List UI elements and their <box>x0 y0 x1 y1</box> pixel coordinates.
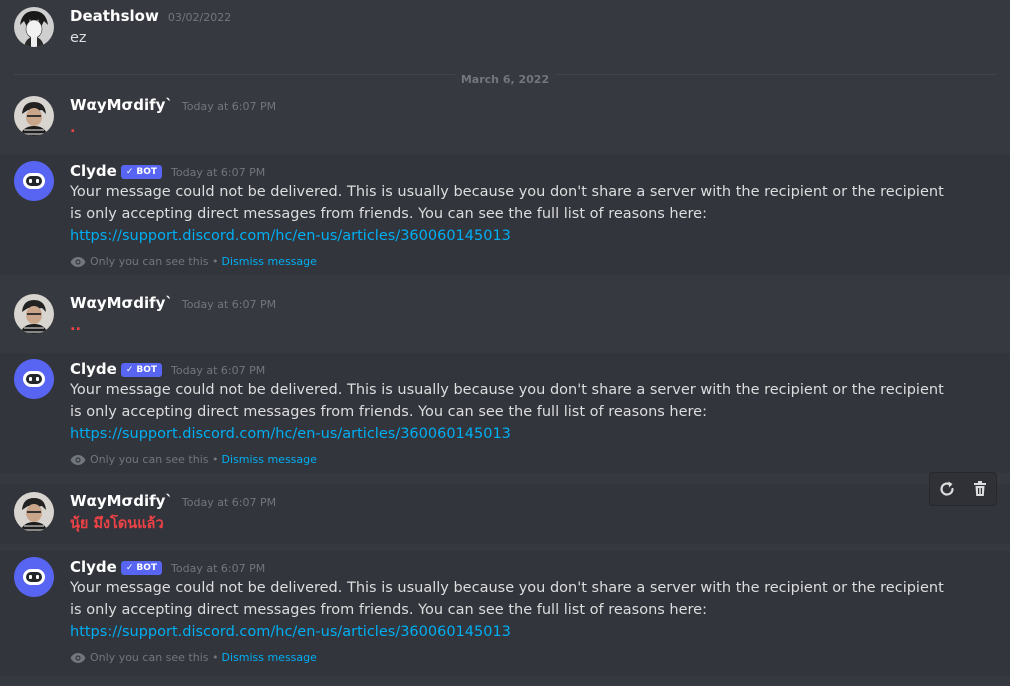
avatar-deathslow[interactable] <box>14 7 54 47</box>
ephemeral-label: Only you can see this • <box>90 255 219 268</box>
author-name[interactable]: WαyMσdify` <box>70 492 173 510</box>
avatar-clyde[interactable] <box>14 161 54 201</box>
eye-icon <box>70 256 86 267</box>
message-waymodify: WαyMσdify` Today at 6:07 PM นุ้ย มึงโดนแ… <box>0 484 1010 544</box>
eye-icon <box>70 652 86 663</box>
ephemeral-label: Only you can see this • <box>90 453 219 466</box>
retry-button[interactable] <box>934 476 960 502</box>
message-body: Your message could not be delivered. Thi… <box>70 184 944 222</box>
message-timestamp: Today at 6:07 PM <box>171 166 266 179</box>
message-body: Your message could not be delivered. Thi… <box>70 382 944 420</box>
message-clyde: Clyde ✓ BOT Today at 6:07 PM Your message… <box>0 155 1010 275</box>
dismiss-message-link[interactable]: Dismiss message <box>221 651 316 664</box>
bot-badge: ✓ BOT <box>120 165 163 179</box>
author-name[interactable]: Clyde <box>70 162 117 180</box>
check-icon: ✓ <box>125 365 134 375</box>
chat-messages: Deathslow 03/02/2022 ez March 6, 2022 Wα… <box>0 0 1010 686</box>
delete-button[interactable] <box>967 476 993 502</box>
author-name[interactable]: Clyde <box>70 360 117 378</box>
dismiss-message-link[interactable]: Dismiss message <box>221 255 316 268</box>
eye-icon <box>70 454 86 465</box>
ephemeral-note: Only you can see this • Dismiss message <box>70 651 317 664</box>
support-link[interactable]: https://support.discord.com/hc/en-us/art… <box>70 228 511 244</box>
avatar-waymodify[interactable] <box>14 492 54 532</box>
bot-badge: ✓ BOT <box>120 561 163 575</box>
date-divider-label: March 6, 2022 <box>454 73 556 86</box>
bot-badge-label: BOT <box>136 365 158 375</box>
clyde-icon <box>14 557 54 597</box>
clyde-icon <box>14 359 54 399</box>
date-divider: March 6, 2022 <box>0 68 1010 87</box>
message-timestamp: Today at 6:07 PM <box>181 100 277 113</box>
message-text: Your message could not be delivered. Thi… <box>70 577 950 643</box>
author-name[interactable]: WαyMσdify` <box>70 96 173 114</box>
avatar-waymodify[interactable] <box>14 294 54 334</box>
message-clyde: Clyde ✓ BOT Today at 6:07 PM Your message… <box>0 353 1010 473</box>
message-deathslow: Deathslow 03/02/2022 ez <box>0 0 1010 60</box>
avatar-clyde[interactable] <box>14 359 54 399</box>
ephemeral-note: Only you can see this • Dismiss message <box>70 255 317 268</box>
message-timestamp: Today at 6:07 PM <box>171 562 266 575</box>
message-toolbar <box>929 472 997 506</box>
avatar-waymodify[interactable] <box>14 96 54 136</box>
bot-badge-label: BOT <box>136 167 158 177</box>
avatar-clyde[interactable] <box>14 557 54 597</box>
message-text: ez <box>70 30 87 46</box>
check-icon: ✓ <box>125 563 134 573</box>
bot-badge-label: BOT <box>136 563 158 573</box>
message-waymodify: WαyMσdify` Today at 6:07 PM .. <box>0 286 1010 346</box>
ephemeral-note: Only you can see this • Dismiss message <box>70 453 317 466</box>
message-waymodify: WαyMσdify` Today at 6:07 PM . <box>0 88 1010 148</box>
dismiss-message-link[interactable]: Dismiss message <box>221 453 316 466</box>
message-text: .. <box>70 318 82 334</box>
clyde-icon <box>14 161 54 201</box>
author-name[interactable]: Deathslow <box>70 7 159 25</box>
message-text: Your message could not be delivered. Thi… <box>70 379 950 445</box>
message-timestamp: Today at 6:07 PM <box>171 364 266 377</box>
retry-icon <box>939 481 954 496</box>
bot-badge: ✓ BOT <box>120 363 163 377</box>
message-body: Your message could not be delivered. Thi… <box>70 580 944 618</box>
message-timestamp: 03/02/2022 <box>167 11 232 24</box>
message-clyde: Clyde ✓ BOT Today at 6:07 PM Your message… <box>0 551 1010 676</box>
trash-icon <box>973 481 986 496</box>
author-name[interactable]: Clyde <box>70 558 117 576</box>
author-name[interactable]: WαyMσdify` <box>70 294 173 312</box>
message-timestamp: Today at 6:07 PM <box>181 298 277 311</box>
message-text: นุ้ย มึงโดนแล้ว <box>70 516 164 532</box>
support-link[interactable]: https://support.discord.com/hc/en-us/art… <box>70 624 511 640</box>
message-text: Your message could not be delivered. Thi… <box>70 181 950 247</box>
support-link[interactable]: https://support.discord.com/hc/en-us/art… <box>70 426 511 442</box>
message-timestamp: Today at 6:07 PM <box>181 496 277 509</box>
ephemeral-label: Only you can see this • <box>90 651 219 664</box>
check-icon: ✓ <box>125 167 134 177</box>
message-text: . <box>70 120 76 136</box>
